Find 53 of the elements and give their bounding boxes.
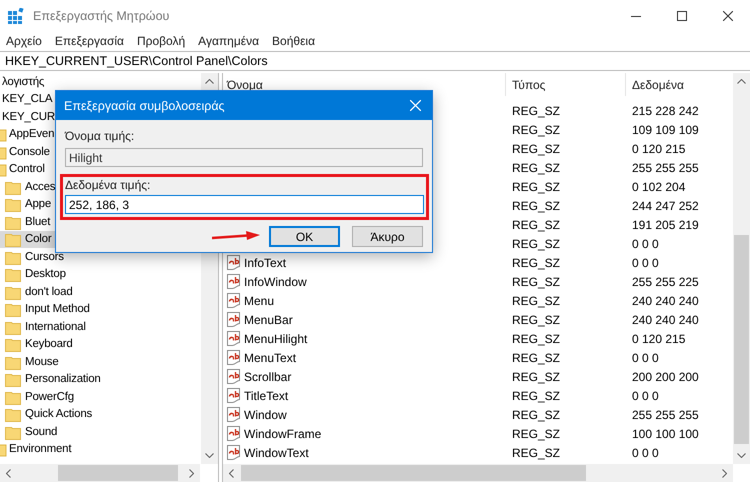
value-type: REG_SZ [511, 274, 562, 288]
value-data: 0 0 0 [631, 446, 660, 460]
value-data: 0 102 204 [631, 180, 686, 194]
value-type: REG_SZ [511, 142, 562, 156]
value-type: REG_SZ [511, 104, 562, 118]
value-type: REG_SZ [511, 256, 562, 270]
value-data: 0 120 215 [631, 332, 686, 346]
value-type: REG_SZ [511, 388, 562, 402]
value-data: 0 0 0 [631, 350, 660, 364]
value-type: REG_SZ [511, 350, 562, 364]
value-name: Window [244, 408, 287, 422]
value-data: 109 109 109 [631, 122, 700, 136]
value-data: 244 247 252 [631, 198, 700, 212]
value-type: REG_SZ [511, 370, 562, 384]
value-type: REG_SZ [511, 312, 562, 326]
value-data: 240 240 240 [631, 312, 700, 326]
value-name: MenuText [244, 350, 296, 364]
value-type: REG_SZ [511, 408, 562, 422]
value-name: InfoText [244, 256, 286, 270]
value-name: TitleText [244, 388, 288, 402]
value-name: Scrollbar [244, 370, 292, 384]
field-label: Δεδομένα τιμής: [65, 178, 152, 193]
value-type: REG_SZ [511, 332, 562, 346]
value-data: 0 0 0 [631, 256, 660, 270]
value-name: MenuHilight [244, 332, 308, 346]
value-type: REG_SZ [511, 294, 562, 308]
value-type: REG_SZ [511, 426, 562, 440]
value-data: 240 240 240 [631, 294, 700, 308]
value-type: REG_SZ [511, 198, 562, 212]
value-name: WindowText [244, 446, 309, 460]
value-type: REG_SZ [511, 122, 562, 136]
value-data: 191 205 219 [631, 218, 700, 232]
value-name: Menu [244, 294, 274, 308]
value-data: 200 200 200 [631, 370, 700, 384]
value-data: 255 255 255 [631, 408, 700, 422]
value-name: MenuBar [244, 312, 293, 326]
window-title: Επεξεργαστής Μητρώου [33, 9, 170, 23]
value-type: REG_SZ [511, 160, 562, 174]
value-data: 255 255 225 [631, 274, 700, 288]
field-label: Όνομα τιμής: [65, 129, 136, 144]
value-data: 0 0 0 [631, 388, 660, 402]
value-data: 0 120 215 [631, 142, 686, 156]
value-data: 0 0 0 [631, 236, 660, 250]
value-name: WindowFrame [244, 426, 322, 440]
value-name: InfoWindow [244, 274, 307, 288]
value-type: REG_SZ [511, 236, 562, 250]
value-data: 215 228 242 [631, 104, 700, 118]
value-data: 255 255 255 [631, 160, 700, 174]
dialog-title: Επεξεργασία συμβολοσειράς [64, 98, 225, 112]
value-type: REG_SZ [511, 180, 562, 194]
value-type: REG_SZ [511, 446, 562, 460]
value-type: REG_SZ [511, 218, 562, 232]
value-data: 100 100 100 [631, 426, 700, 440]
